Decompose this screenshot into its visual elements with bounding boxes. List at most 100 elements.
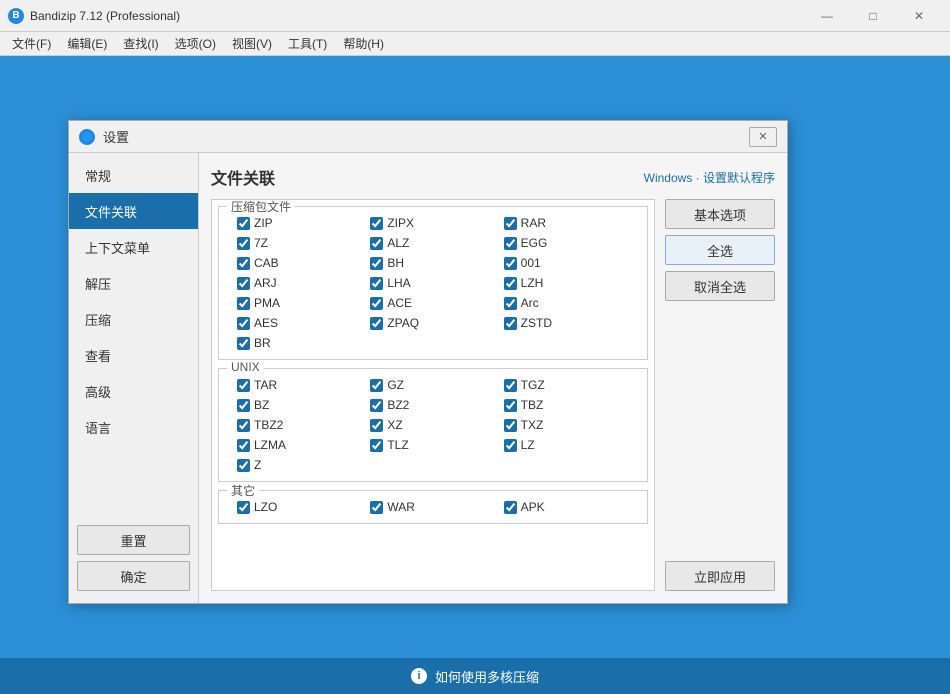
checkbox-bz2[interactable] <box>370 399 383 412</box>
checkbox-item-7z: 7Z <box>233 233 366 253</box>
checkbox-label-apk: APK <box>521 500 545 514</box>
checkbox-arj[interactable] <box>237 277 250 290</box>
checkbox-ace[interactable] <box>370 297 383 310</box>
unix-group-content: TARGZTGZBZBZ2TBZTBZ2XZTXZLZMATLZLZZ <box>225 369 641 477</box>
minimize-button[interactable]: — <box>804 0 850 32</box>
checkbox-lz[interactable] <box>504 439 517 452</box>
bottom-bar-text: 如何使用多核压缩 <box>435 667 539 686</box>
sidebar-item-压缩[interactable]: 压缩 <box>69 301 198 337</box>
menu-item-t[interactable]: 工具(T) <box>280 33 335 55</box>
checkbox-tbz2[interactable] <box>237 419 250 432</box>
checkbox-item-z: Z <box>233 455 366 475</box>
file-list-scroll[interactable]: 压缩包文件 ZIPZIPXRAR7ZALZEGGCABBH001ARJLHALZ… <box>212 200 654 590</box>
checkbox-label-pma: PMA <box>254 296 280 310</box>
checkbox-item-zipx: ZIPX <box>366 213 499 233</box>
checkbox-item-bz2: BZ2 <box>366 395 499 415</box>
other-group: 其它 LZOWARAPK <box>218 490 648 524</box>
confirm-button[interactable]: 确定 <box>77 561 190 591</box>
checkbox-label-lzma: LZMA <box>254 438 286 452</box>
checkbox-rar[interactable] <box>504 217 517 230</box>
checkbox-zipx[interactable] <box>370 217 383 230</box>
checkbox-label-tbz: TBZ <box>521 398 544 412</box>
select-all-button[interactable]: 全选 <box>665 235 775 265</box>
checkbox-tbz[interactable] <box>504 399 517 412</box>
sidebar-item-查看[interactable]: 查看 <box>69 337 198 373</box>
info-icon: i <box>411 668 427 684</box>
compressed-group-label: 压缩包文件 <box>227 200 295 215</box>
close-button[interactable]: ✕ <box>896 0 942 32</box>
menu-item-o[interactable]: 选项(O) <box>167 33 224 55</box>
checkbox-tar[interactable] <box>237 379 250 392</box>
checkbox-item-zstd: ZSTD <box>500 313 633 333</box>
checkbox-item-zip: ZIP <box>233 213 366 233</box>
checkbox-label-aes: AES <box>254 316 278 330</box>
checkbox-label-txz: TXZ <box>521 418 544 432</box>
windows-default-link[interactable]: Windows · 设置默认程序 <box>644 169 775 186</box>
checkbox-txz[interactable] <box>504 419 517 432</box>
checkbox-lzh[interactable] <box>504 277 517 290</box>
checkbox-bz[interactable] <box>237 399 250 412</box>
checkbox-lzo[interactable] <box>237 501 250 514</box>
checkbox-001[interactable] <box>504 257 517 270</box>
checkbox-lzma[interactable] <box>237 439 250 452</box>
menu-bar: 文件(F)编辑(E)查找(I)选项(O)视图(V)工具(T)帮助(H) <box>0 32 950 56</box>
bottom-bar: i 如何使用多核压缩 <box>0 658 950 694</box>
sidebar-item-高级[interactable]: 高级 <box>69 373 198 409</box>
checkbox-item-lha: LHA <box>366 273 499 293</box>
checkbox-zstd[interactable] <box>504 317 517 330</box>
checkbox-label-cab: CAB <box>254 256 279 270</box>
checkbox-arc[interactable] <box>504 297 517 310</box>
dialog-close-button[interactable]: ✕ <box>749 127 777 147</box>
checkbox-7z[interactable] <box>237 237 250 250</box>
checkbox-label-lzh: LZH <box>521 276 544 290</box>
checkbox-item-zpaq: ZPAQ <box>366 313 499 333</box>
checkbox-item-txz: TXZ <box>500 415 633 435</box>
checkbox-gz[interactable] <box>370 379 383 392</box>
checkbox-cab[interactable] <box>237 257 250 270</box>
menu-item-v[interactable]: 视图(V) <box>224 33 280 55</box>
checkbox-aes[interactable] <box>237 317 250 330</box>
checkbox-tlz[interactable] <box>370 439 383 452</box>
menu-item-e[interactable]: 编辑(E) <box>59 33 115 55</box>
checkbox-alz[interactable] <box>370 237 383 250</box>
sidebar-item-常规[interactable]: 常规 <box>69 157 198 193</box>
unix-group: UNIX TARGZTGZBZBZ2TBZTBZ2XZTXZLZMATLZLZZ <box>218 368 648 482</box>
checkbox-zpaq[interactable] <box>370 317 383 330</box>
menu-item-i[interactable]: 查找(I) <box>115 33 166 55</box>
unix-group-label: UNIX <box>227 360 264 374</box>
basic-options-button[interactable]: 基本选项 <box>665 199 775 229</box>
deselect-all-button[interactable]: 取消全选 <box>665 271 775 301</box>
checkbox-xz[interactable] <box>370 419 383 432</box>
title-bar: B Bandizip 7.12 (Professional) — □ ✕ <box>0 0 950 32</box>
sidebar-item-文件关联[interactable]: 文件关联 <box>69 193 198 229</box>
sidebar-item-语言[interactable]: 语言 <box>69 409 198 445</box>
sidebar-item-上下文菜单[interactable]: 上下文菜单 <box>69 229 198 265</box>
compressed-group-content: ZIPZIPXRAR7ZALZEGGCABBH001ARJLHALZHPMAAC… <box>225 207 641 355</box>
checkbox-z[interactable] <box>237 459 250 472</box>
sidebar-buttons: 重置确定 <box>69 517 198 599</box>
maximize-button[interactable]: □ <box>850 0 896 32</box>
checkbox-pma[interactable] <box>237 297 250 310</box>
checkbox-bh[interactable] <box>370 257 383 270</box>
checkbox-label-egg: EGG <box>521 236 548 250</box>
other-group-content: LZOWARAPK <box>225 491 641 519</box>
menu-item-f[interactable]: 文件(F) <box>4 33 59 55</box>
dialog-title-bar: 设置 ✕ <box>69 121 787 153</box>
checkbox-item-lz: LZ <box>500 435 633 455</box>
sidebar-item-解压[interactable]: 解压 <box>69 265 198 301</box>
apply-now-button[interactable]: 立即应用 <box>665 561 775 591</box>
checkbox-apk[interactable] <box>504 501 517 514</box>
checkbox-egg[interactable] <box>504 237 517 250</box>
checkbox-label-lha: LHA <box>387 276 410 290</box>
checkbox-label-tgz: TGZ <box>521 378 545 392</box>
checkbox-label-tar: TAR <box>254 378 277 392</box>
checkbox-lha[interactable] <box>370 277 383 290</box>
checkbox-tgz[interactable] <box>504 379 517 392</box>
dialog-title: 设置 <box>103 127 749 146</box>
checkbox-br[interactable] <box>237 337 250 350</box>
checkbox-zip[interactable] <box>237 217 250 230</box>
sidebar-spacer <box>69 445 198 517</box>
menu-item-h[interactable]: 帮助(H) <box>335 33 392 55</box>
checkbox-war[interactable] <box>370 501 383 514</box>
reset-button[interactable]: 重置 <box>77 525 190 555</box>
